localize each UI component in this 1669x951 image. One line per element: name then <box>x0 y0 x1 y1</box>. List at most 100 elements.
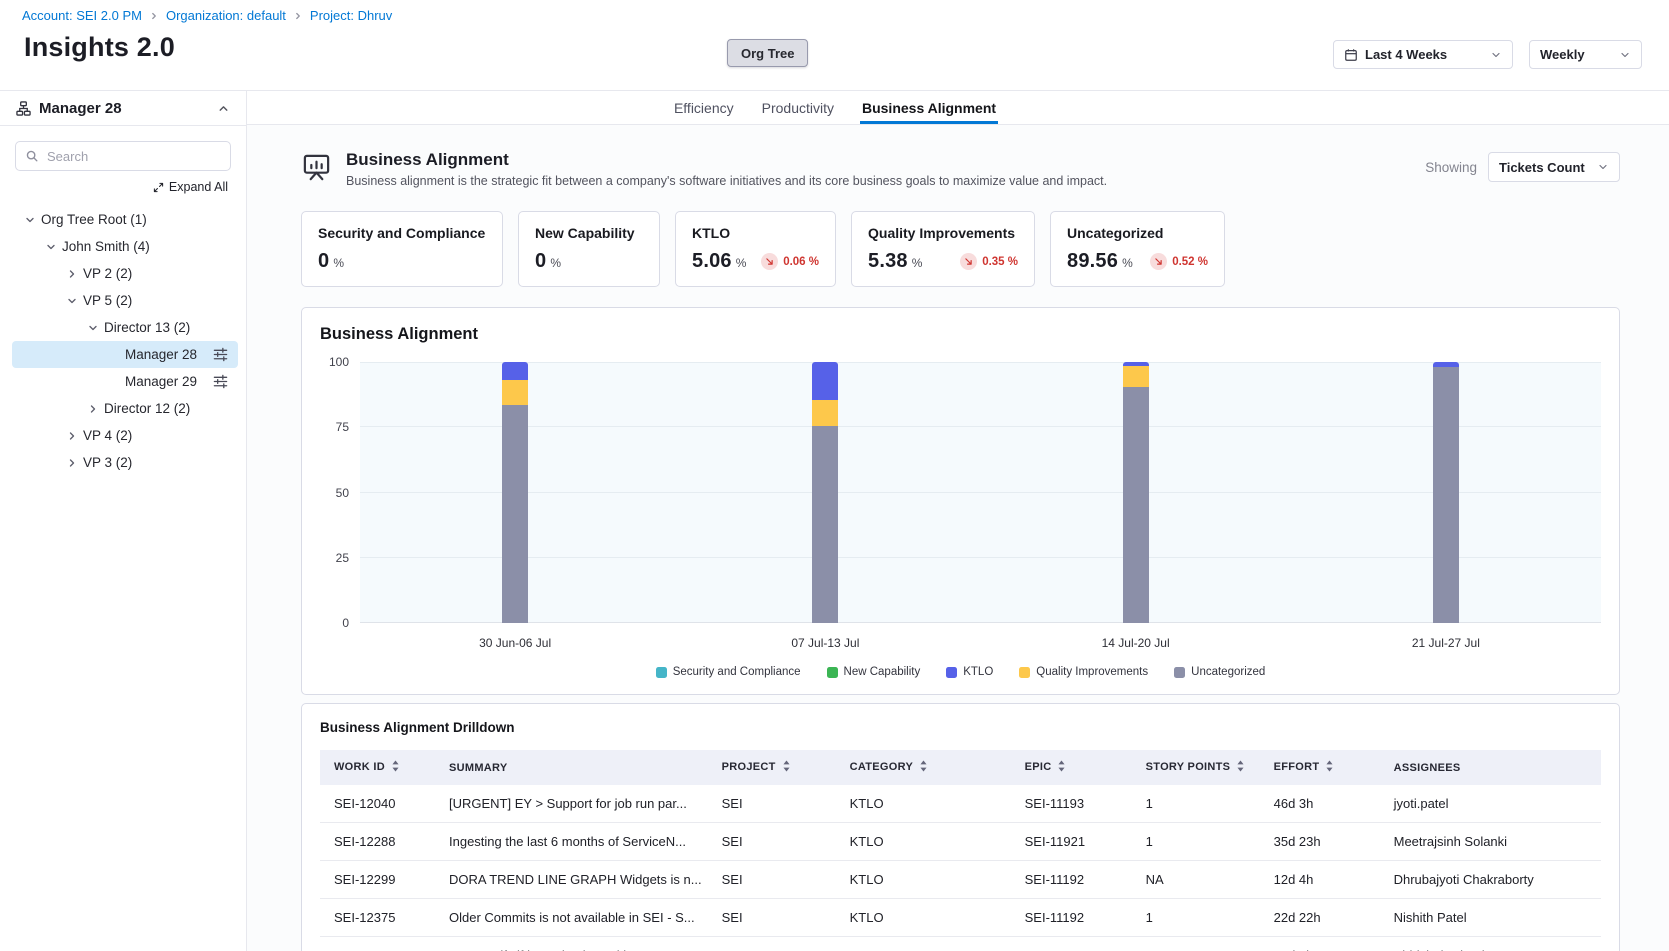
uncategorized-bar-segment[interactable] <box>502 405 528 623</box>
uncategorized-bar-segment[interactable] <box>1433 367 1459 623</box>
tree-item-label: John Smith (4) <box>62 239 150 254</box>
cell-project: SEI <box>708 899 836 937</box>
ktlo-bar-segment[interactable] <box>812 362 838 400</box>
quality-improvements-bar-segment[interactable] <box>812 400 838 426</box>
chevron-down-icon[interactable] <box>64 295 80 307</box>
sort-icon[interactable] <box>1236 760 1245 775</box>
chevron-right-icon[interactable] <box>64 430 80 442</box>
quality-improvements-bar-segment[interactable] <box>1123 366 1149 387</box>
metric-value-row: 0% <box>318 250 486 273</box>
tree-item-manager-28[interactable]: Manager 28 <box>12 341 238 368</box>
granularity-dropdown[interactable]: Weekly <box>1529 40 1642 69</box>
trend-down-icon <box>960 253 977 270</box>
legend-item-new-capability[interactable]: New Capability <box>827 666 921 678</box>
column-header-summary: Summary <box>435 750 708 785</box>
column-header-effort[interactable]: Effort <box>1260 750 1380 785</box>
sliders-icon[interactable] <box>213 374 228 389</box>
tree-item-manager-29[interactable]: Manager 29 <box>12 368 238 395</box>
column-header-project[interactable]: Project <box>708 750 836 785</box>
cell-work-id[interactable]: SEI-12375 <box>320 899 435 937</box>
search-input[interactable] <box>15 141 231 171</box>
cell-work-id[interactable]: SEI-12299 <box>320 861 435 899</box>
sort-icon[interactable] <box>782 760 791 775</box>
cell-summary: EY > Verify if ingestion is working as e… <box>435 937 708 951</box>
column-header-story-points[interactable]: Story Points <box>1132 750 1260 785</box>
column-header-label: Category <box>850 761 914 773</box>
cell-summary: DORA TREND LINE GRAPH Widgets is n... <box>435 861 708 899</box>
tab-business-alignment[interactable]: Business Alignment <box>862 91 996 124</box>
y-tick-label: 0 <box>342 616 349 630</box>
legend-label: Quality Improvements <box>1036 666 1148 678</box>
stacked-bar[interactable] <box>812 362 838 623</box>
x-axis: 30 Jun-06 Jul07 Jul-13 Jul14 Jul-20 Jul2… <box>360 636 1601 650</box>
quality-improvements-bar-segment[interactable] <box>502 380 528 405</box>
breadcrumb-link-3[interactable]: Project: Dhruv <box>310 8 392 23</box>
metric-value-row: 5.06%0.06 % <box>692 250 819 273</box>
uncategorized-bar-segment[interactable] <box>1123 387 1149 623</box>
column-header-label: Summary <box>449 762 508 774</box>
chevron-right-icon[interactable] <box>64 457 80 469</box>
breadcrumb-link-1[interactable]: Account: SEI 2.0 PM <box>22 8 142 23</box>
tree-item-label: Manager 28 <box>125 347 197 362</box>
cell-work-id[interactable]: SEI-12040 <box>320 785 435 823</box>
x-axis-label: 21 Jul-27 Jul <box>1291 636 1601 650</box>
stacked-bar[interactable] <box>502 362 528 623</box>
org-tree-button[interactable]: Org Tree <box>727 39 808 67</box>
sliders-icon[interactable] <box>213 347 228 362</box>
cell-work-id[interactable]: SEI-12288 <box>320 823 435 861</box>
sort-icon[interactable] <box>1057 760 1066 775</box>
stacked-bar[interactable] <box>1433 362 1459 623</box>
table-row: SEI-12299DORA TREND LINE GRAPH Widgets i… <box>320 861 1601 899</box>
drilldown-table: Work ID Summary Project Category Epic Story P… <box>320 750 1601 951</box>
column-header-category[interactable]: Category <box>836 750 1011 785</box>
tree-item-label: VP 3 (2) <box>83 455 132 470</box>
column-header-work-id[interactable]: Work ID <box>320 750 435 785</box>
tree-item-director-12-2[interactable]: Director 12 (2) <box>12 395 238 422</box>
column-header-label: Story Points <box>1146 761 1231 773</box>
ktlo-bar-segment[interactable] <box>502 362 528 380</box>
metric-label: Quality Improvements <box>868 225 1018 241</box>
sidebar-header[interactable]: Manager 28 <box>0 91 246 126</box>
tree-item-vp-2-2[interactable]: VP 2 (2) <box>12 260 238 287</box>
chevron-down-icon[interactable] <box>43 241 59 253</box>
column-header-epic[interactable]: Epic <box>1011 750 1132 785</box>
table-row: SEI-12375Older Commits is not available … <box>320 899 1601 937</box>
plot-area <box>360 362 1601 623</box>
y-tick-label: 100 <box>329 355 349 369</box>
sort-icon[interactable] <box>391 760 400 775</box>
sort-icon[interactable] <box>919 760 928 775</box>
uncategorized-bar-segment[interactable] <box>812 426 838 623</box>
metric-card-new-capability: New Capability0% <box>518 211 660 287</box>
date-range-dropdown[interactable]: Last 4 Weeks <box>1333 40 1513 69</box>
chevron-up-icon[interactable] <box>217 102 230 115</box>
tree-item-john-smith-4[interactable]: John Smith (4) <box>12 233 238 260</box>
cell-work-id[interactable]: SEI-12395 <box>320 937 435 951</box>
legend-item-security-and-compliance[interactable]: Security and Compliance <box>656 666 801 678</box>
stacked-bar[interactable] <box>1123 362 1149 623</box>
legend-item-quality-improvements[interactable]: Quality Improvements <box>1019 666 1148 678</box>
metric-card-quality-improvements: Quality Improvements5.38%0.35 % <box>851 211 1035 287</box>
tree-item-vp-4-2[interactable]: VP 4 (2) <box>12 422 238 449</box>
main-panel: Efficiency Productivity Business Alignment… <box>247 91 1669 951</box>
tree-item-vp-3-2[interactable]: VP 3 (2) <box>12 449 238 476</box>
expand-icon <box>153 182 164 193</box>
chevron-down-icon[interactable] <box>85 322 101 334</box>
chevron-down-icon[interactable] <box>22 214 38 226</box>
expand-all-button[interactable]: Expand All <box>0 180 228 194</box>
legend-item-uncategorized[interactable]: Uncategorized <box>1174 666 1265 678</box>
cell-epic: SEI-11192 <box>1011 861 1132 899</box>
tree-item-org-tree-root-1[interactable]: Org Tree Root (1) <box>12 206 238 233</box>
showing-dropdown[interactable]: Tickets Count <box>1488 152 1620 182</box>
breadcrumb-link-2[interactable]: Organization: default <box>166 8 286 23</box>
sort-icon[interactable] <box>1325 760 1334 775</box>
chevron-right-icon[interactable] <box>85 403 101 415</box>
legend-item-ktlo[interactable]: KTLO <box>946 666 993 678</box>
tree-item-vp-5-2[interactable]: VP 5 (2) <box>12 287 238 314</box>
granularity-value: Weekly <box>1540 47 1585 62</box>
tree-item-label: VP 4 (2) <box>83 428 132 443</box>
tab-efficiency[interactable]: Efficiency <box>674 91 734 124</box>
tree-item-label: Manager 29 <box>125 374 197 389</box>
chevron-right-icon[interactable] <box>64 268 80 280</box>
tree-item-director-13-2[interactable]: Director 13 (2) <box>12 314 238 341</box>
tab-productivity[interactable]: Productivity <box>762 91 834 124</box>
